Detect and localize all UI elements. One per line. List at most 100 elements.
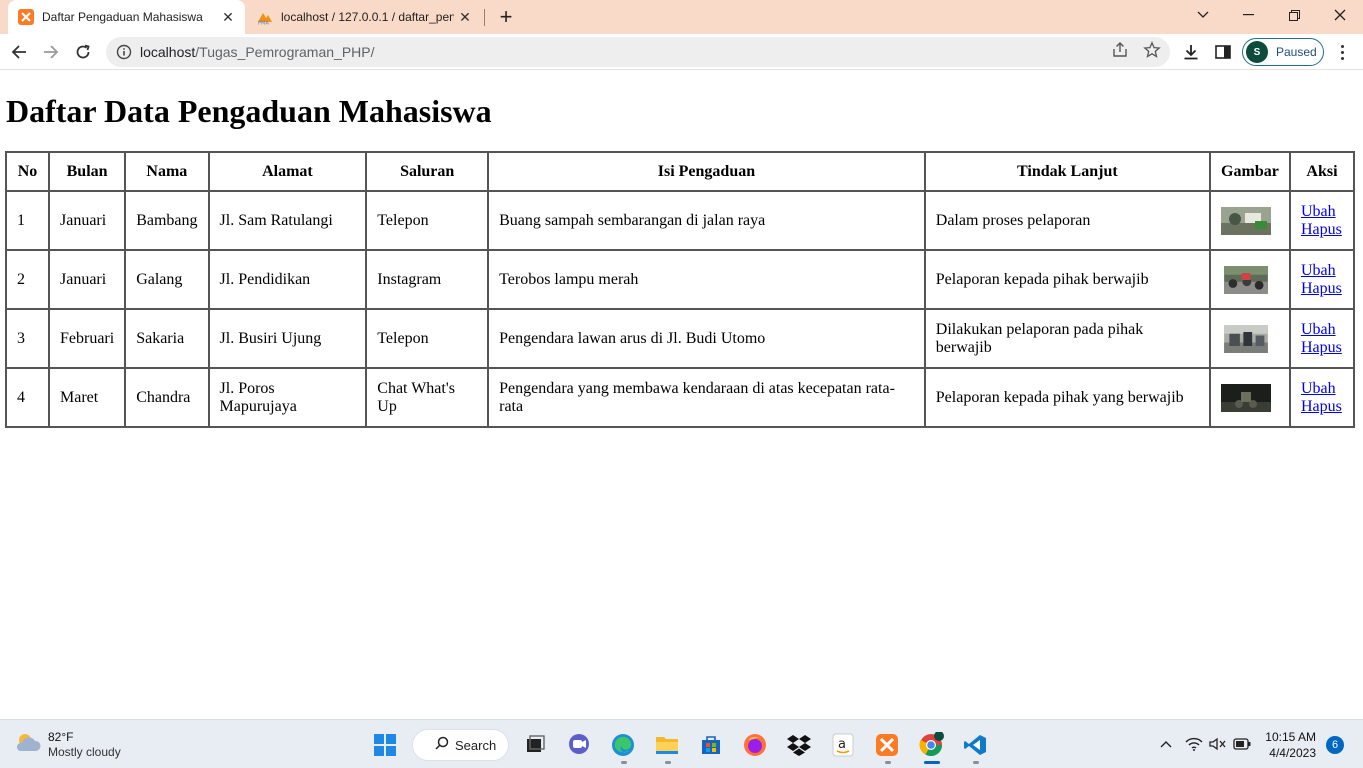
cell-isi: Pengendara lawan arus di Jl. Budi Utomo xyxy=(488,309,925,368)
running-indicator xyxy=(885,761,891,764)
cell-tindak: Dilakukan pelaporan pada pihak berwajib xyxy=(924,309,1210,368)
bookmark-star-icon[interactable] xyxy=(1143,41,1161,59)
back-arrow-icon[interactable] xyxy=(5,38,33,66)
chrome-icon[interactable] xyxy=(918,732,944,758)
photo-thumbnail-icon xyxy=(1224,324,1268,353)
svg-text:a: a xyxy=(838,737,846,752)
cell-nama: Bambang xyxy=(125,191,209,250)
table-row: 3 Februari Sakaria Jl. Busiri Ujung Tele… xyxy=(6,309,1354,368)
tab-close-icon[interactable]: ✕ xyxy=(454,6,476,28)
weather-widget[interactable]: 82°F Mostly cloudy xyxy=(14,730,121,760)
file-explorer-icon[interactable] xyxy=(654,732,680,758)
cell-tindak: Pelaporan kepada pihak berwajib xyxy=(924,250,1210,309)
site-info-icon[interactable] xyxy=(116,44,132,60)
phpmyadmin-icon: PMA xyxy=(257,9,273,25)
firefox-icon[interactable] xyxy=(742,732,768,758)
search-label: Search xyxy=(455,737,497,753)
cell-no: 1 xyxy=(6,191,49,250)
wifi-icon[interactable] xyxy=(1184,734,1204,754)
cell-aksi: Ubah Hapus xyxy=(1289,309,1354,368)
clock[interactable]: 10:15 AM 4/4/2023 xyxy=(1258,729,1316,761)
running-indicator xyxy=(621,761,627,764)
col-header-aksi: Aksi xyxy=(1289,152,1354,191)
cell-nama: Chandra xyxy=(125,368,209,427)
taskbar-search[interactable]: Search xyxy=(412,729,509,761)
minimize-icon[interactable] xyxy=(1225,0,1271,30)
cell-aksi: Ubah Hapus xyxy=(1289,368,1354,427)
col-header-alamat: Alamat xyxy=(208,152,367,191)
hapus-link[interactable]: Hapus xyxy=(1301,280,1343,298)
col-header-bulan: Bulan xyxy=(48,152,126,191)
cell-alamat: Jl. Busiri Ujung xyxy=(208,309,367,368)
notification-badge[interactable]: 6 xyxy=(1326,736,1344,754)
cell-gambar xyxy=(1209,250,1290,309)
chevron-up-icon[interactable] xyxy=(1156,734,1176,754)
cell-alamat: Jl. Poros Mapurujaya xyxy=(208,368,367,427)
cell-bulan: Januari xyxy=(48,250,126,309)
cell-bulan: Februari xyxy=(48,309,126,368)
xampp-icon xyxy=(18,9,34,25)
page-title: Daftar Data Pengaduan Mahasiswa xyxy=(6,93,492,129)
weather-desc: Mostly cloudy xyxy=(48,745,121,759)
table-header-row: No Bulan Nama Alamat Saluran Isi Pengadu… xyxy=(6,152,1354,191)
cloudy-weather-icon xyxy=(14,731,42,760)
tab-title: localhost / 127.0.0.1 / daftar_pengaduan xyxy=(281,10,454,24)
tab-daftar-pengaduan[interactable]: Daftar Pengaduan Mahasiswa ✕ xyxy=(8,0,245,34)
active-indicator xyxy=(924,761,940,764)
dropbox-icon[interactable] xyxy=(786,732,812,758)
hapus-link[interactable]: Hapus xyxy=(1301,339,1343,357)
new-tab-icon[interactable]: + xyxy=(494,4,518,29)
hapus-link[interactable]: Hapus xyxy=(1301,221,1343,239)
url-host: localhost xyxy=(140,44,196,60)
task-view-icon[interactable] xyxy=(521,732,547,758)
cell-gambar xyxy=(1209,368,1290,427)
windows-start-icon[interactable] xyxy=(372,732,398,758)
cell-isi: Pengendara yang membawa kendaraan di ata… xyxy=(488,368,925,427)
side-panel-icon[interactable] xyxy=(1213,42,1233,62)
ubah-link[interactable]: Ubah xyxy=(1301,262,1343,280)
xampp-taskbar-icon[interactable] xyxy=(874,732,900,758)
microsoft-store-icon[interactable] xyxy=(698,732,724,758)
edge-icon[interactable] xyxy=(610,732,636,758)
tab-search-chevron-icon[interactable] xyxy=(1180,0,1226,30)
restore-icon[interactable] xyxy=(1271,0,1317,30)
ubah-link[interactable]: Ubah xyxy=(1301,380,1343,398)
tab-close-icon[interactable]: ✕ xyxy=(217,6,239,28)
cell-saluran: Instagram xyxy=(366,250,489,309)
table-row: 4 Maret Chandra Jl. Poros Mapurujaya Cha… xyxy=(6,368,1354,427)
share-icon[interactable] xyxy=(1111,41,1129,59)
download-icon[interactable] xyxy=(1181,42,1201,62)
chat-icon[interactable] xyxy=(566,732,592,758)
cell-no: 2 xyxy=(6,250,49,309)
cell-isi: Buang sampah sembarangan di jalan raya xyxy=(488,191,925,250)
page-content: Daftar Data Pengaduan Mahasiswa No Bulan… xyxy=(0,71,1363,719)
tab-title: Daftar Pengaduan Mahasiswa xyxy=(42,10,203,24)
battery-icon[interactable] xyxy=(1232,734,1252,754)
col-header-isi: Isi Pengaduan xyxy=(488,152,925,191)
reload-icon[interactable] xyxy=(69,38,97,66)
ubah-link[interactable]: Ubah xyxy=(1301,203,1343,221)
avatar: S xyxy=(1246,41,1268,63)
ubah-link[interactable]: Ubah xyxy=(1301,321,1343,339)
cell-isi: Terobos lampu merah xyxy=(488,250,925,309)
speaker-muted-icon[interactable] xyxy=(1208,734,1228,754)
cell-saluran: Chat What's Up xyxy=(366,368,489,427)
amazon-icon[interactable]: a xyxy=(830,732,856,758)
cell-no: 3 xyxy=(6,309,49,368)
cell-nama: Galang xyxy=(125,250,209,309)
cell-tindak: Pelaporan kepada pihak yang berwajib xyxy=(924,368,1210,427)
close-window-icon[interactable] xyxy=(1317,0,1363,30)
cell-saluran: Telepon xyxy=(366,309,489,368)
vscode-icon[interactable] xyxy=(962,732,988,758)
address-bar[interactable]: localhost/Tugas_Pemrograman_PHP/ xyxy=(106,37,1170,67)
url-path: /Tugas_Pemrograman_PHP/ xyxy=(195,44,375,60)
table-row: 2 Januari Galang Jl. Pendidikan Instagra… xyxy=(6,250,1354,309)
more-menu-icon[interactable] xyxy=(1332,42,1352,62)
forward-arrow-icon[interactable] xyxy=(37,38,65,66)
cell-alamat: Jl. Sam Ratulangi xyxy=(208,191,367,250)
hapus-link[interactable]: Hapus xyxy=(1301,398,1343,416)
cell-aksi: Ubah Hapus xyxy=(1289,191,1354,250)
tab-phpmyadmin[interactable]: PMA localhost / 127.0.0.1 / daftar_penga… xyxy=(247,0,482,34)
profile-button[interactable]: S Paused xyxy=(1242,38,1324,66)
taskbar: 82°F Mostly cloudy Search a 10:15 AM 4/4… xyxy=(0,719,1363,768)
